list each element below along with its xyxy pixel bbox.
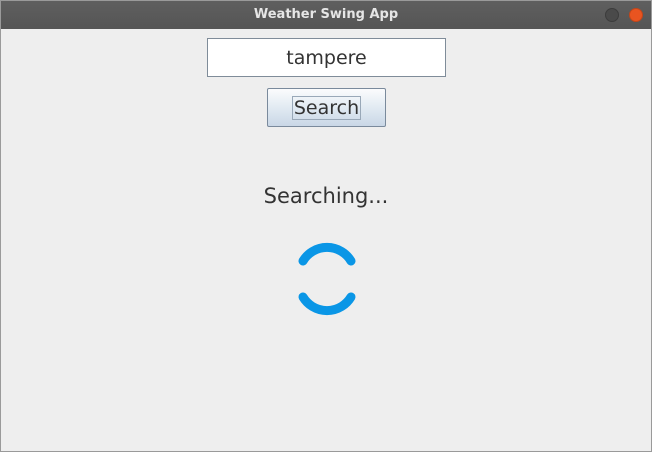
spinner-arc-bottom	[298, 292, 356, 316]
minimize-button[interactable]	[605, 8, 619, 22]
search-button-label: Search	[291, 95, 362, 120]
close-button[interactable]	[629, 8, 643, 22]
status-text: Searching...	[263, 184, 389, 208]
app-window: Weather Swing App Search Searching...	[0, 0, 652, 452]
loading-spinner-icon	[298, 242, 356, 316]
window-title: Weather Swing App	[253, 7, 399, 22]
search-button[interactable]: Search	[267, 88, 386, 127]
main-panel: Search Searching...	[1, 29, 651, 451]
city-search-input[interactable]	[207, 38, 446, 77]
title-bar[interactable]: Weather Swing App	[1, 1, 651, 29]
spinner-arc-top	[298, 242, 356, 266]
